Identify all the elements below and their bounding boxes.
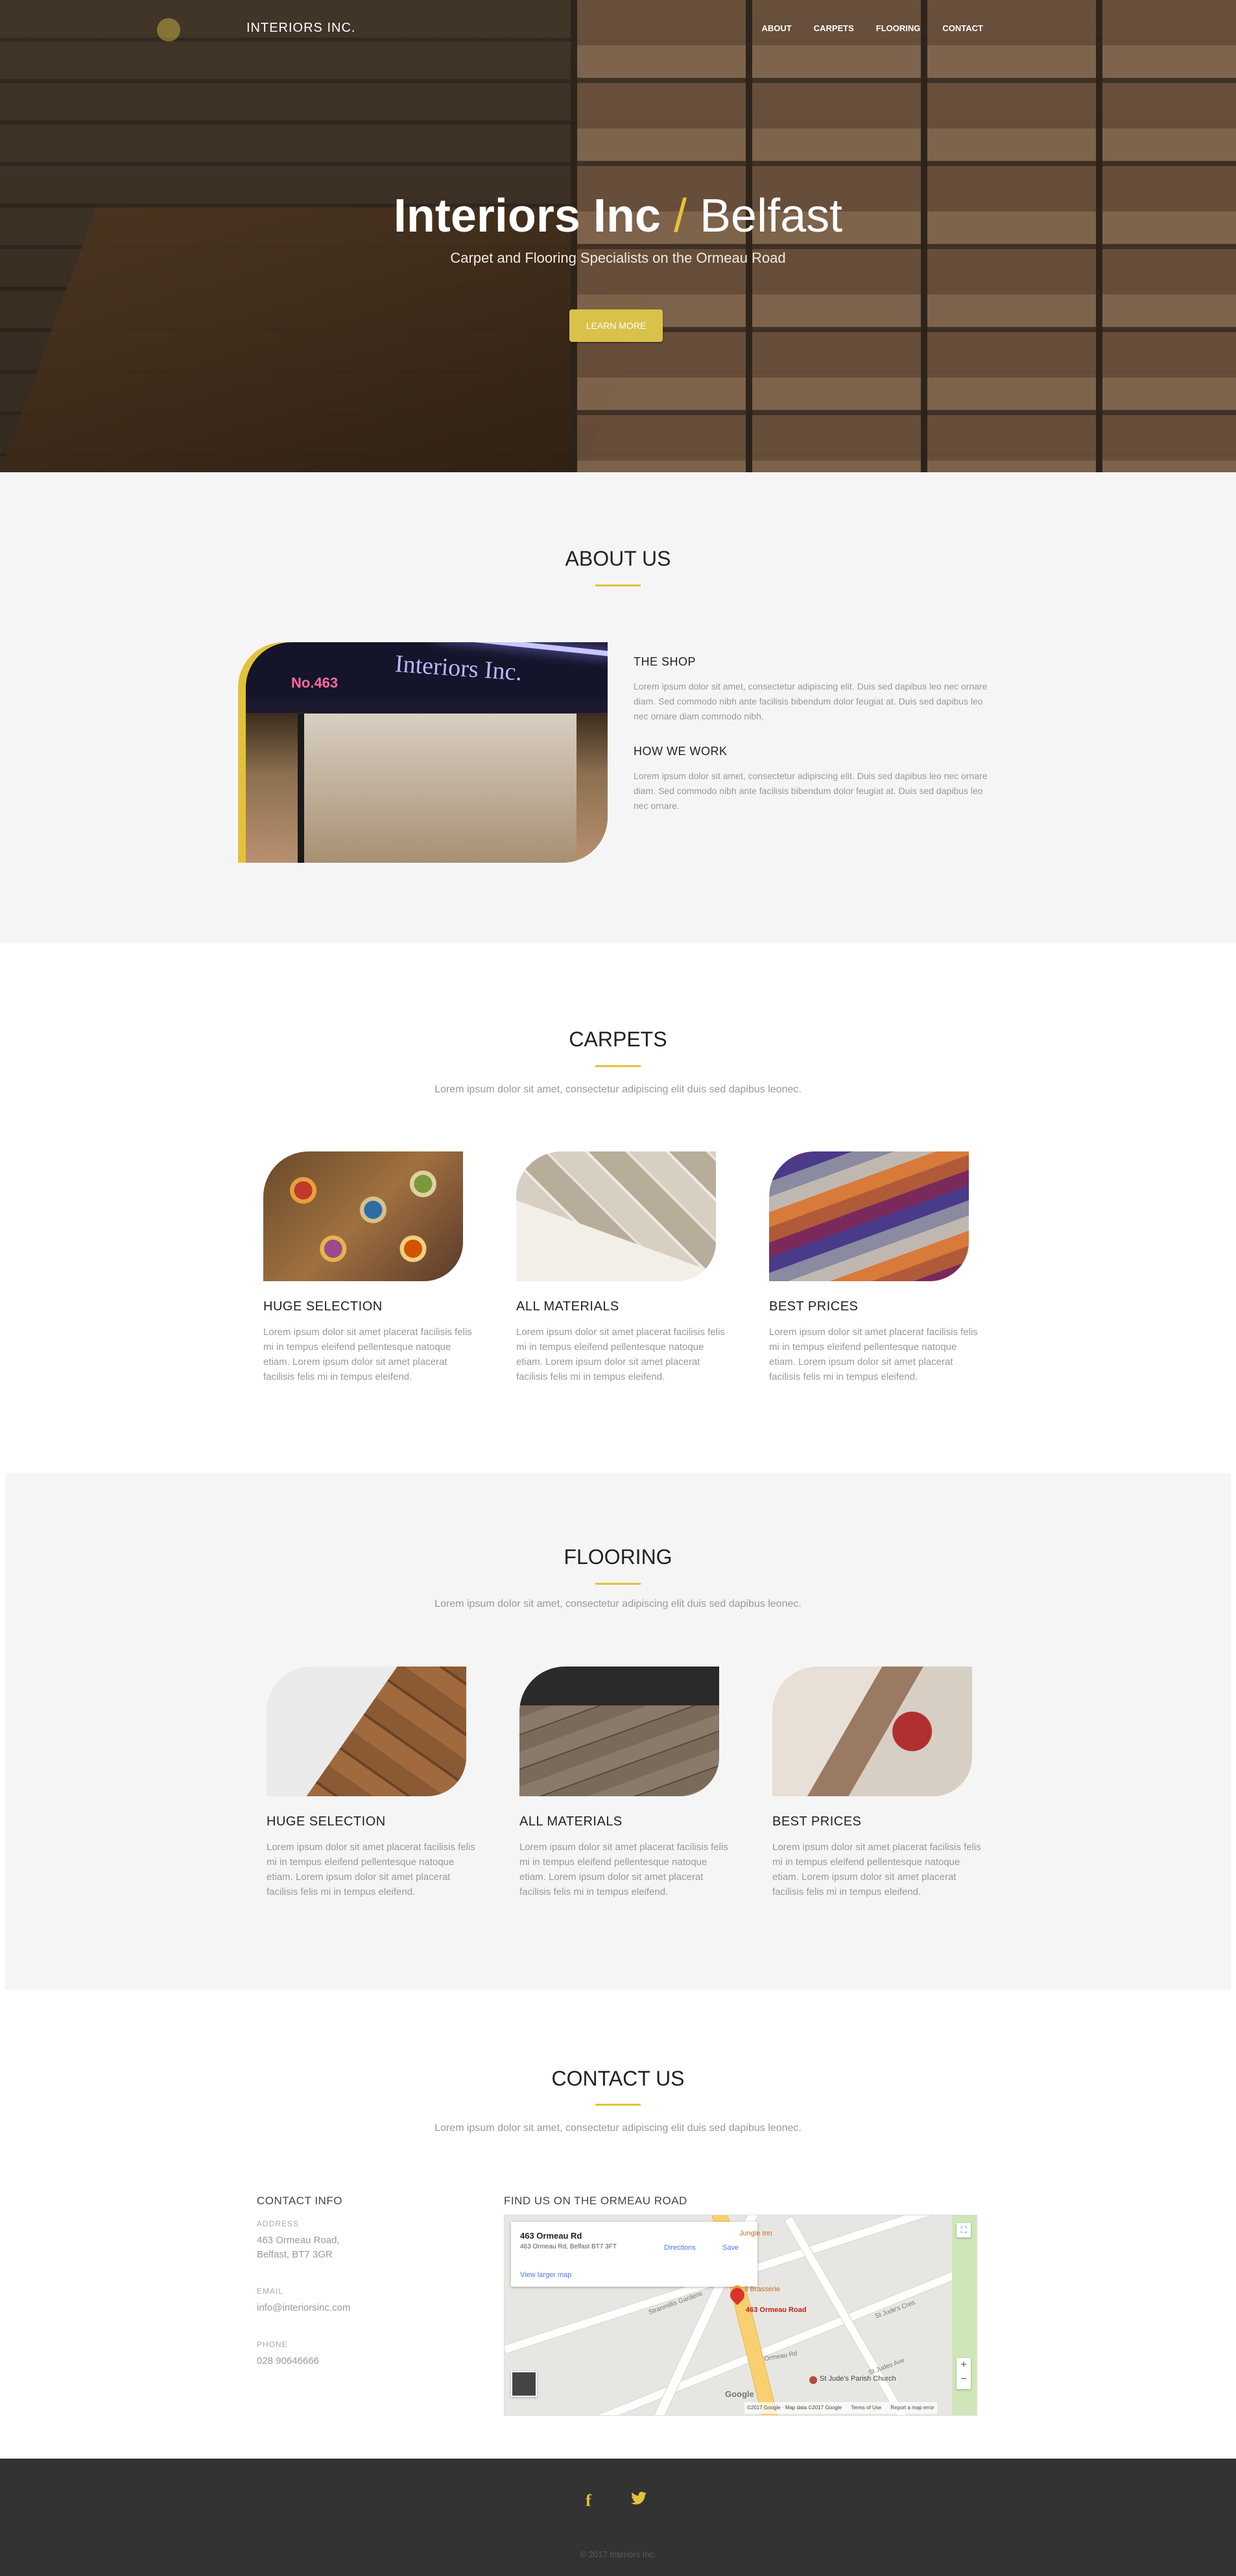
about-heading: THE SHOP <box>634 655 696 668</box>
contact-info-heading: CONTACT INFO <box>257 2195 342 2207</box>
brand-logo[interactable]: INTERIORS INC. <box>157 18 355 42</box>
sun-icon <box>157 18 180 42</box>
carpet-card-prices: BEST PRICES Lorem ipsum dolor sit amet p… <box>769 1151 986 1384</box>
about-title: ABOUT US <box>565 547 671 570</box>
zoom-controls: + − <box>957 2358 971 2389</box>
pin-label: 463 Ormeau Road <box>746 2306 807 2314</box>
save-link[interactable]: Save <box>722 2244 739 2252</box>
zoom-out-button[interactable]: − <box>957 2372 971 2387</box>
email-link[interactable]: info@interiorsinc.com <box>257 2301 464 2315</box>
carpet-card-materials: ALL MATERIALS Lorem ipsum dolor sit amet… <box>516 1151 733 1384</box>
church-icon <box>809 2376 817 2384</box>
facebook-icon[interactable]: f <box>586 2491 591 2510</box>
larger-map-link[interactable]: View larger map <box>520 2271 571 2279</box>
carpets-title: CARPETS <box>569 1028 667 1051</box>
copyright: © 2017 Interiors Inc. <box>580 2549 656 2559</box>
phone-number[interactable]: 028 90646666 <box>257 2354 464 2368</box>
hero-subtitle: Carpet and Flooring Specialists on the O… <box>450 250 786 266</box>
main-nav: ABOUT CARPETS FLOORING CONTACT <box>761 23 983 33</box>
floor-room-image <box>519 1667 719 1796</box>
floor-samples-image <box>772 1667 972 1796</box>
title-underline <box>595 584 641 586</box>
satellite-toggle[interactable] <box>511 2371 537 2397</box>
fullscreen-icon[interactable]: ⛶ <box>957 2223 971 2237</box>
flooring-card-selection: HUGE SELECTION Lorem ipsum dolor sit ame… <box>267 1667 483 1899</box>
contact-info: CONTACT INFO ADDRESS 463 Ormeau Road, Bel… <box>257 2195 464 2368</box>
about-block-shop: THE SHOP Lorem ipsum dolor sit amet, con… <box>634 655 997 724</box>
title-underline <box>595 1583 641 1585</box>
nav-flooring[interactable]: FLOORING <box>876 23 921 33</box>
zoom-in-button[interactable]: + <box>957 2358 971 2372</box>
flooring-card-prices: BEST PRICES Lorem ipsum dolor sit amet p… <box>772 1667 989 1899</box>
flooring-title: FLOORING <box>564 1545 672 1569</box>
title-underline <box>595 2104 641 2106</box>
carpets-section: CARPETS Lorem ipsum dolor sit amet, cons… <box>0 943 1236 1473</box>
about-heading: HOW WE WORK <box>634 745 728 758</box>
contact-lead: Lorem ipsum dolor sit amet, consectetur … <box>434 2123 802 2134</box>
carpet-rolls-image <box>263 1151 463 1281</box>
directions-link[interactable]: Directions <box>664 2244 696 2252</box>
carpet-samples-image <box>516 1151 716 1281</box>
about-block-work: HOW WE WORK Lorem ipsum dolor sit amet, … <box>634 745 997 813</box>
map-attribution: ©2017 Google · Map data ©2017 Google Ter… <box>744 2402 937 2414</box>
about-text: Lorem ipsum dolor sit amet, consectetur … <box>634 771 988 811</box>
about-text: Lorem ipsum dolor sit amet, consectetur … <box>634 681 988 721</box>
hero-banner: INTERIORS INC. ABOUT CARPETS FLOORING CO… <box>0 0 1236 472</box>
nav-contact[interactable]: CONTACT <box>942 23 983 33</box>
carpets-lead: Lorem ipsum dolor sit amet, consectetur … <box>434 1084 802 1095</box>
flooring-section: FLOORING Lorem ipsum dolor sit amet, con… <box>5 1473 1231 1990</box>
flooring-lead: Lorem ipsum dolor sit amet, consectetur … <box>434 1598 802 1609</box>
twitter-icon[interactable] <box>630 2490 647 2507</box>
shop-front-image: No.463 Interiors Inc. <box>238 642 608 863</box>
contact-title: CONTACT US <box>551 2067 685 2090</box>
google-map[interactable]: 463 Ormeau Rd 463 Ormeau Rd, Belfast BT7… <box>504 2215 977 2416</box>
map-heading: FIND US ON THE ORMEAU ROAD <box>504 2195 687 2207</box>
footer: f © 2017 Interiors Inc. <box>0 2459 1236 2576</box>
learn-more-button[interactable]: LEARN MORE <box>569 309 663 342</box>
rug-on-wood-image <box>267 1667 466 1796</box>
hero-title: Interiors Inc / Belfast <box>393 190 843 242</box>
flooring-card-materials: ALL MATERIALS Lorem ipsum dolor sit amet… <box>519 1667 736 1899</box>
title-underline <box>595 1065 641 1067</box>
carpet-card-selection: HUGE SELECTION Lorem ipsum dolor sit ame… <box>263 1151 480 1384</box>
google-logo: Google <box>725 2389 754 2399</box>
terms-link[interactable]: Terms of Use <box>851 2402 881 2414</box>
carpet-colors-image <box>769 1151 969 1281</box>
report-error-link[interactable]: Report a map error <box>890 2402 934 2414</box>
map-info-card: 463 Ormeau Rd 463 Ormeau Rd, Belfast BT7… <box>511 2222 757 2287</box>
address: 463 Ormeau Road, Belfast, BT7 3GR <box>257 2235 340 2260</box>
nav-carpets[interactable]: CARPETS <box>814 23 854 33</box>
about-section: ABOUT US No.463 Interiors Inc. THE SHOP … <box>0 472 1236 943</box>
nav-about[interactable]: ABOUT <box>761 23 791 33</box>
